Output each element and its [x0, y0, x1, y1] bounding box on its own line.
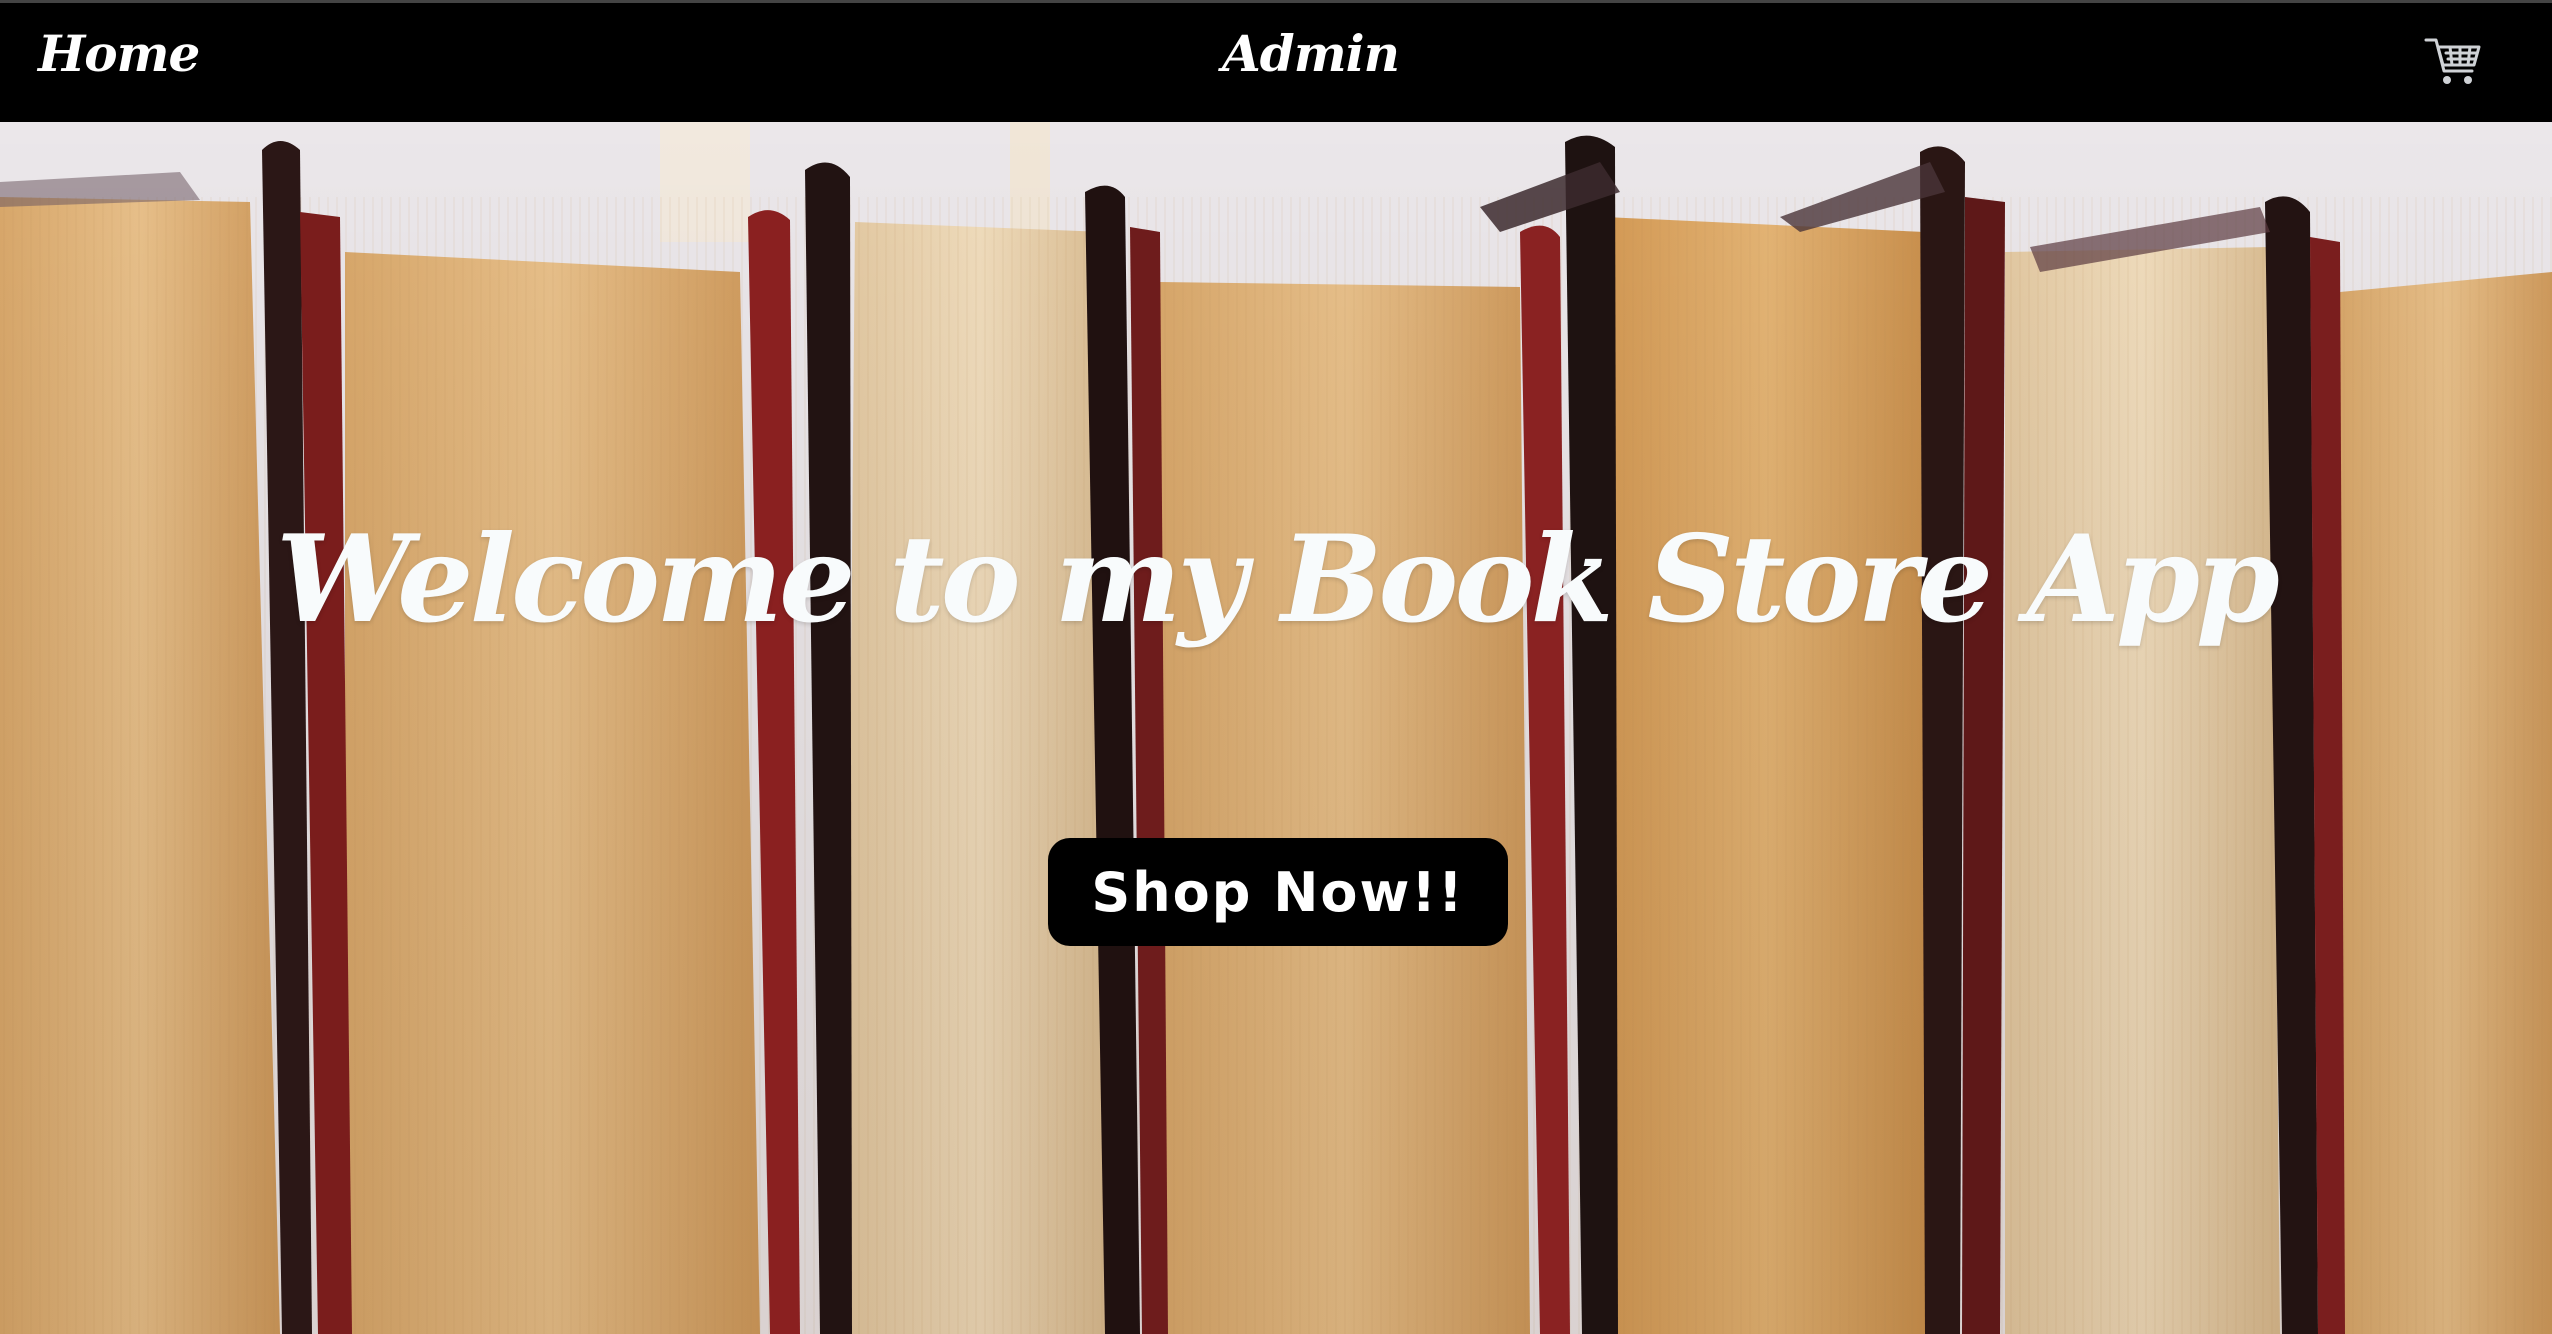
hero-banner: Welcome to my Book Store App Shop Now!!: [0, 122, 2552, 1334]
shop-now-button[interactable]: Shop Now!!: [1048, 838, 1508, 946]
top-navbar: Home Admin: [0, 0, 2552, 122]
hero-headline: Welcome to my Book Store App: [276, 509, 2280, 650]
nav-admin-link[interactable]: Admin: [1222, 29, 1400, 79]
books-background-image: [0, 122, 2552, 1334]
nav-home-link[interactable]: Home: [38, 29, 200, 79]
shopping-cart-icon[interactable]: [2424, 35, 2482, 89]
